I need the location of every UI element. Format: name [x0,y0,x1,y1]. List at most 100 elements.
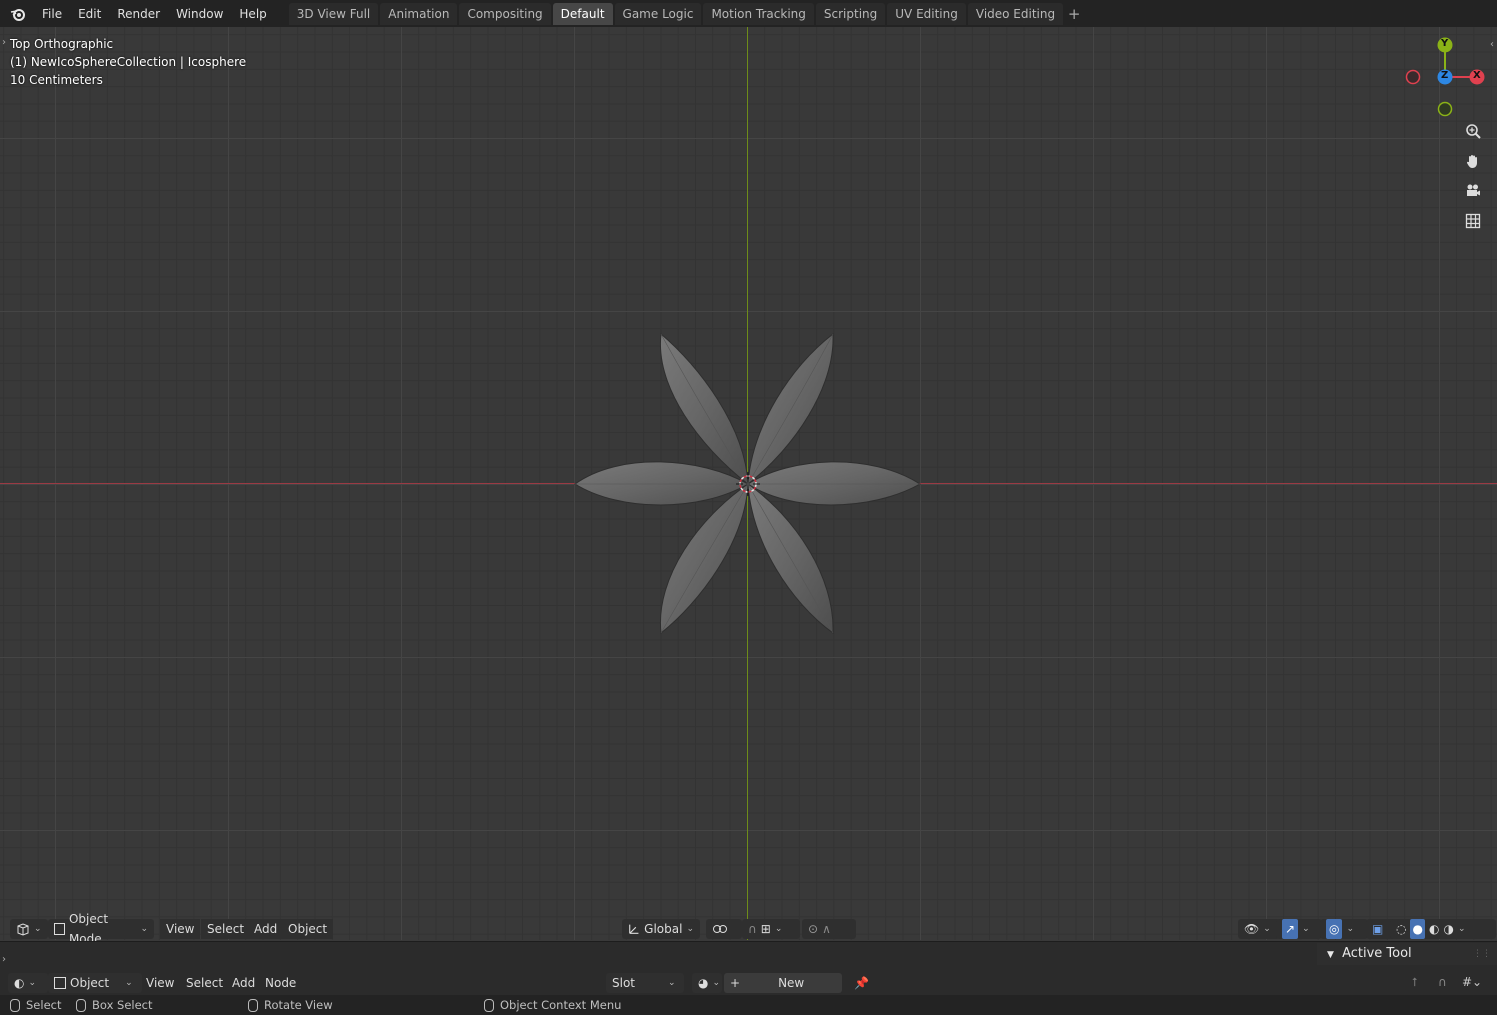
orientation-label: Global [644,922,683,936]
gizmo-toggle[interactable]: ↗ ⌄ [1276,919,1322,939]
object-menu[interactable]: Object [282,919,334,939]
drag-handle-icon[interactable]: ⋮⋮ [1473,943,1491,965]
menu-render[interactable]: Render [109,2,168,26]
grid-scale: 10 Centimeters [10,73,103,87]
orientation-axes-icon [629,924,639,934]
overlays-toggle[interactable]: ◎ ⌄ [1320,919,1368,939]
editor-type-button[interactable]: ⌄ [10,919,48,939]
transform-orientation-dropdown[interactable]: Global ⌄ [622,919,700,939]
blender-logo-icon[interactable] [8,4,28,24]
add-workspace-button[interactable]: + [1065,5,1083,23]
shading-mode-group[interactable]: ◌ ● ◐ ◑ ⌄ [1390,919,1496,939]
tab-default[interactable]: Default [552,2,613,25]
tab-motion-tracking[interactable]: Motion Tracking [703,2,814,25]
select-menu[interactable]: Select [201,919,251,939]
eye-icon: 👁 [1244,922,1260,936]
icosphere-flower-mesh[interactable] [560,322,940,652]
gizmo-icon: ↗ [1282,919,1299,939]
node-editor-type-button[interactable]: ◐ ⌄ [8,973,48,993]
toolbar-expand-icon[interactable]: › [2,37,6,48]
left-mouse-icon [10,999,20,1012]
viewport-info: Top Orthographic (1) NewIcoSphereCollect… [10,35,246,89]
tab-uv-editing[interactable]: UV Editing [887,2,966,25]
middle-mouse-drag-icon [248,999,258,1012]
snap-icon[interactable]: ∩ [1438,975,1447,989]
node-add-menu[interactable]: Add [226,973,261,993]
snap-element-icon[interactable]: #⌄ [1462,975,1482,989]
tab-video-editing[interactable]: Video Editing [967,2,1064,25]
active-tool-label: Active Tool [1342,946,1412,961]
petal-right [747,461,921,506]
object-info: (1) NewIcoSphereCollection | Icosphere [10,55,247,69]
shader-type-label: Object [70,976,110,990]
slot-label: Slot [612,976,635,990]
object-icon [54,977,66,989]
perspective-grid-icon[interactable] [1461,209,1485,233]
middle-mouse-icon [76,999,86,1012]
material-shading-icon[interactable]: ◐ [1429,919,1439,939]
shader-editor-icon: ◐ [14,976,25,990]
material-browse-button[interactable]: ◕ ⌄ [692,973,722,993]
node-view-menu[interactable]: View [140,973,180,993]
object-mode-icon [54,923,65,935]
add-menu[interactable]: Add [248,919,284,939]
new-material-button[interactable]: + New [724,973,842,993]
wireframe-shading-icon[interactable]: ◌ [1396,919,1406,939]
active-tool-panel[interactable]: ▼ Active Tool ⋮⋮ [1317,943,1497,965]
sidebar-expand-icon[interactable]: ‹ [1490,39,1494,50]
pivot-icon [713,925,727,933]
view-name: Top Orthographic [10,37,114,51]
top-bar: File Edit Render Window Help 3D View Ful… [0,0,1497,28]
viewport-header: ⌄ Object Mode ⌄ View Select Add Object G… [0,912,1497,946]
tab-3d-view-full[interactable]: 3D View Full [288,2,379,25]
falloff-curve-icon: ∧ [822,922,831,936]
parent-node-icon[interactable]: ⭡ [1412,975,1418,990]
menu-window[interactable]: Window [168,2,231,26]
3d-viewport[interactable]: › ‹ Top Orthographic (1) NewIcoSphereCol… [0,27,1497,940]
gizmo-y-label: Y [1441,38,1449,49]
zoom-icon[interactable] [1461,119,1485,143]
menu-file[interactable]: File [34,2,70,26]
gizmo-z-label: Z [1441,70,1449,81]
new-label: New [778,976,805,990]
tab-game-logic[interactable]: Game Logic [614,2,702,25]
collapse-triangle-icon: ▼ [1327,950,1334,960]
pivot-point-dropdown[interactable] [706,919,742,939]
visibility-dropdown[interactable]: 👁 ⌄ [1238,919,1280,939]
rendered-shading-icon[interactable]: ◑ [1443,919,1453,939]
petal-left [574,461,750,506]
xray-icon: ▣ [1372,922,1384,936]
node-select-menu[interactable]: Select [180,973,229,993]
menu-edit[interactable]: Edit [70,2,109,26]
material-sphere-icon: ◕ [698,976,709,990]
proportional-editing-group[interactable]: ⊙ ∧ [802,919,856,939]
pin-icon[interactable]: 📌 [848,973,875,993]
tab-animation[interactable]: Animation [380,2,458,25]
status-context-menu: Object Context Menu [484,995,621,1015]
pan-hand-icon[interactable] [1461,149,1485,173]
chevron-down-icon: ⌄ [140,924,148,934]
status-box-select: Box Select [76,995,153,1015]
tab-scripting[interactable]: Scripting [815,2,886,25]
view-menu[interactable]: View [160,919,201,939]
snapping-group[interactable]: ∩ ⊞ ⌄ [742,919,800,939]
camera-view-icon[interactable] [1461,179,1485,203]
status-rotate-view: Rotate View [248,995,333,1015]
snap-increment-icon: ⊞ [760,922,771,936]
slot-dropdown[interactable]: Slot ⌄ [606,973,684,993]
proportional-edit-icon: ⊙ [808,922,819,936]
overlays-icon: ◎ [1326,919,1343,939]
status-select: Select [10,995,61,1015]
mode-dropdown[interactable]: Object Mode ⌄ [48,912,154,946]
right-mouse-icon [484,999,494,1012]
menu-help[interactable]: Help [231,2,274,26]
tab-compositing[interactable]: Compositing [459,2,551,25]
solid-shading-icon[interactable]: ● [1410,919,1425,939]
magnet-icon: ∩ [748,922,757,936]
bottom-node-editor: ◐ ⌄ Object ⌄ View Select Add Node Slot ⌄ … [0,941,1497,996]
shader-type-dropdown[interactable]: Object ⌄ [48,973,142,993]
navigation-gizmo[interactable]: Y X Z [1400,35,1490,125]
workspace-tabs: 3D View Full Animation Compositing Defau… [288,2,1083,26]
node-toolbar-expand-icon[interactable]: › [2,954,6,965]
node-menu[interactable]: Node [259,973,302,993]
